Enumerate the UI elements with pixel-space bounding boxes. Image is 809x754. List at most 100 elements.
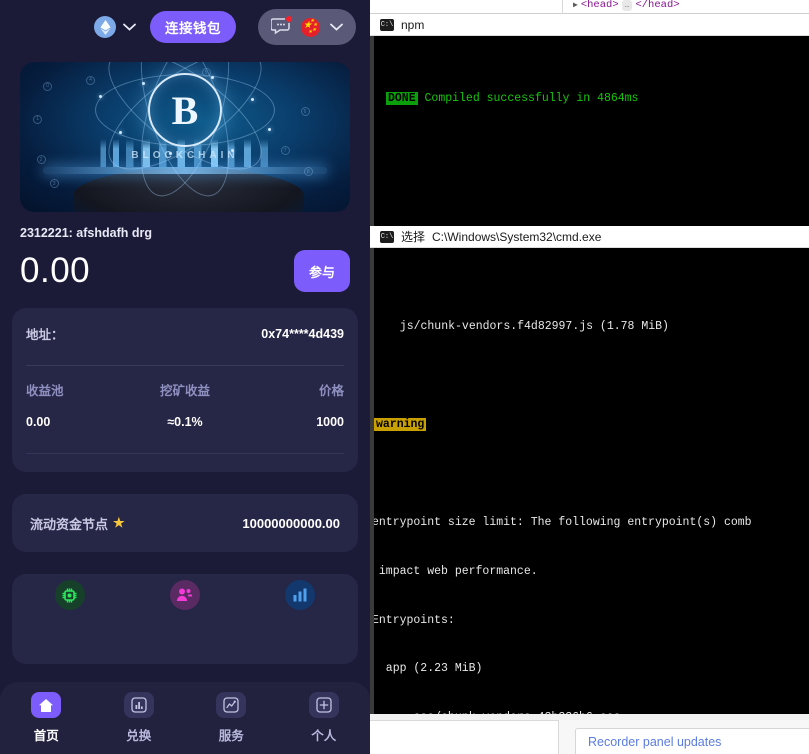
liquidity-node-text: 流动资金节点 (30, 516, 109, 532)
devtools-divider (562, 0, 563, 14)
cmd-window-title-path: C:\Windows\System32\cmd.exe (432, 229, 602, 244)
stat-mining-label: 挖矿收益 (159, 384, 210, 398)
tab-exchange-label: 兑换 (126, 729, 152, 743)
terminal-line: DONE Compiled successfully in 4864ms (372, 91, 809, 107)
npm-terminal-body[interactable]: DONE Compiled successfully in 4864ms App… (370, 36, 809, 232)
address-label: 地址： (26, 328, 64, 342)
star-icon: ★ (113, 515, 125, 530)
liquidity-node-card[interactable]: 流动资金节点 ★ 10000000000.00 (12, 494, 358, 552)
china-flag-icon[interactable]: ★ ★ ★ ★ ★ (301, 17, 320, 37)
npm-window-title: npm (401, 17, 425, 32)
stat-pool-value: 0.00 (26, 415, 51, 429)
address-row: 地址： 0x74****4d439 (26, 324, 344, 343)
cmd-terminal-body[interactable]: js/chunk-vendors.f4d82997.js (1.78 MiB) … (370, 248, 809, 714)
cmd-terminal-window: C:\ 选择 C:\Windows\System32\cmd.exe js/ch… (370, 226, 809, 714)
done-badge: DONE (386, 91, 418, 105)
entrypoint-app-size: app (2.23 MiB) (372, 662, 483, 676)
head-close-tag: </head> (635, 0, 680, 11)
cmd-console-icon: C:\ (380, 230, 394, 243)
divider (26, 365, 344, 366)
tab-home-label: 首页 (33, 729, 59, 743)
screenshot-root: 连接钱包 ★ ★ ★ ★ ★ B BLOCKCHAIN 0 1 2 3 4 5 … (0, 0, 809, 754)
cmd-window-titlebar[interactable]: C:\ 选择 C:\Windows\System32\cmd.exe (370, 226, 809, 248)
bottom-left-panel (370, 720, 559, 754)
desktop-area: ▶ <head> … </head> C:\ npm DONE Compiled… (370, 0, 809, 754)
cmd-window-title-prefix: 选择 (401, 230, 426, 244)
home-icon (31, 692, 62, 718)
recorder-panel-updates-link[interactable]: Recorder panel updates (588, 735, 721, 749)
notification-dot (285, 15, 293, 23)
app-header: 连接钱包 ★ ★ ★ ★ ★ (0, 0, 370, 54)
language-chevron-down-icon[interactable] (330, 23, 343, 31)
tab-service-label: 服务 (218, 729, 244, 743)
tab-home[interactable]: 首页 (0, 692, 93, 744)
bar-chart-icon (123, 692, 154, 718)
stat-mining: 挖矿收益 ≈0.1% (132, 380, 238, 429)
warning-badge: warning (374, 417, 427, 431)
bottom-tab-bar: 首页 兑换 服务 个人 (0, 682, 370, 754)
stats-row: 收益池 0.00 挖矿收益 ≈0.1% 价格 1000 (26, 380, 344, 429)
npm-terminal-window: C:\ npm DONE Compiled successfully in 48… (370, 14, 809, 232)
cpu-chip-icon[interactable] (54, 580, 85, 610)
account-details-card: 地址： 0x74****4d439 收益池 0.00 挖矿收益 ≈0.1% 价格… (12, 308, 358, 472)
stat-price-label: 价格 (318, 384, 344, 398)
bottom-right-panel: Recorder panel updates (575, 728, 809, 754)
balance-amount: 0.00 (20, 251, 91, 290)
terminal-left-edge (370, 36, 374, 232)
tab-personal[interactable]: 个人 (278, 692, 371, 744)
stat-price-value: 1000 (316, 415, 344, 429)
mobile-dapp-viewport: 连接钱包 ★ ★ ★ ★ ★ B BLOCKCHAIN 0 1 2 3 4 5 … (0, 0, 370, 754)
terminal-line: impact web performance. (372, 564, 809, 580)
people-icon[interactable] (169, 580, 200, 610)
done-line-text: Compiled successfully in 4864ms (417, 91, 639, 105)
devtools-elements-strip: ▶ <head> … </head> (370, 0, 809, 14)
entrypoint-warning-line: entrypoint size limit: The following ent… (372, 515, 752, 529)
terminal-line: css/chunk-vendors.43b336b6.css (372, 710, 809, 714)
connect-wallet-button[interactable]: 连接钱包 (150, 11, 236, 43)
divider-bottom (26, 453, 344, 454)
bar-chart-icon[interactable] (285, 580, 316, 610)
trending-up-icon (216, 692, 247, 718)
account-line: 2312221: afshdafh drg (20, 226, 152, 240)
banner-caption: BLOCKCHAIN (131, 150, 239, 161)
plus-square-icon (308, 692, 339, 718)
blockchain-banner-image: B BLOCKCHAIN 0 1 2 3 4 5 6 7 8 (20, 62, 350, 212)
bottom-panel-area: Recorder panel updates (370, 720, 809, 754)
header-tools-group: ★ ★ ★ ★ ★ (258, 9, 356, 45)
chunk-vendors-size-line: js/chunk-vendors.f4d82997.js (1.78 MiB) (386, 320, 669, 334)
stat-mining-value: ≈0.1% (167, 415, 203, 429)
terminal-line: Entrypoints: (372, 613, 809, 629)
head-open-tag: <head> (580, 0, 619, 11)
entrypoint-asset: css/chunk-vendors.43b336b6.css (372, 711, 620, 714)
quick-actions-card (12, 574, 358, 664)
terminal-line: app (2.23 MiB) (372, 661, 809, 677)
stat-pool: 收益池 0.00 (26, 380, 132, 429)
terminal-line: js/chunk-vendors.f4d82997.js (1.78 MiB) (372, 319, 809, 335)
bitcoin-logo-icon: B (148, 73, 222, 147)
ethereum-icon (94, 16, 116, 38)
devtools-head-node[interactable]: ▶ <head> … </head> (573, 0, 680, 11)
chat-bubble-icon[interactable] (270, 15, 293, 37)
cmd-console-icon: C:\ (380, 18, 394, 31)
terminal-line: entrypoint size limit: The following ent… (372, 515, 809, 531)
tab-exchange[interactable]: 兑换 (93, 692, 186, 744)
entrypoint-warning-line-2: impact web performance. (372, 564, 538, 578)
join-button[interactable]: 参与 (294, 250, 350, 292)
liquidity-node-value: 10000000000.00 (242, 515, 340, 531)
collapsed-ellipsis-icon[interactable]: … (621, 0, 633, 11)
tab-service[interactable]: 服务 (185, 692, 278, 744)
terminal-line: warning (372, 417, 809, 433)
chain-selector[interactable] (94, 16, 136, 38)
address-value[interactable]: 0x74****4d439 (261, 327, 344, 341)
chevron-down-icon (123, 23, 136, 31)
liquidity-node-label: 流动资金节点 ★ (30, 514, 125, 533)
expander-triangle-icon[interactable]: ▶ (573, 0, 578, 10)
terminal-left-edge (370, 248, 374, 714)
stat-price: 价格 1000 (238, 380, 344, 429)
npm-window-titlebar[interactable]: C:\ npm (370, 14, 809, 36)
stat-pool-label: 收益池 (26, 384, 64, 398)
